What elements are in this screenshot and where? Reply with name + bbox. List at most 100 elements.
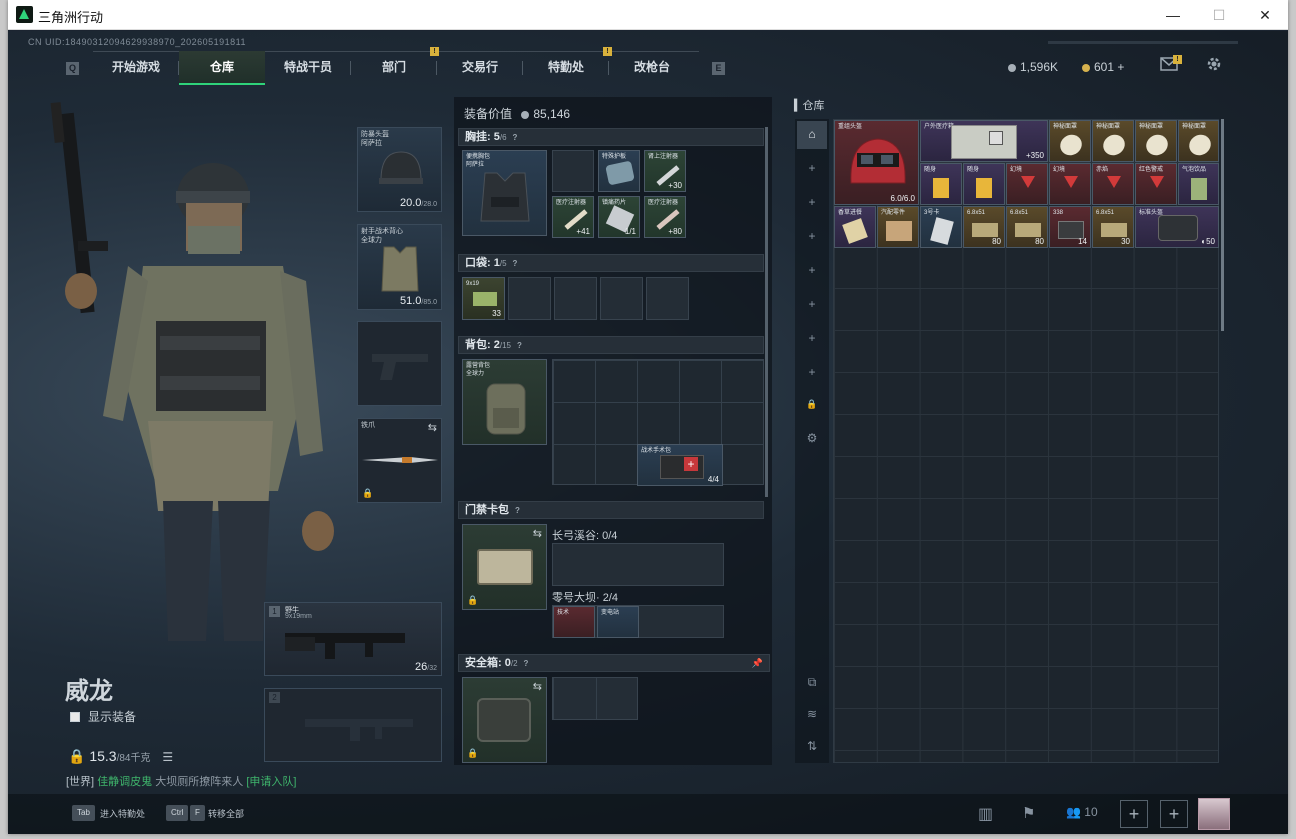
add-page-icon[interactable]: + <box>805 161 819 175</box>
tab-key[interactable]: Tab <box>72 805 95 821</box>
help-icon[interactable]: ? <box>524 656 529 672</box>
squad-icon[interactable]: 👥 10 <box>1066 805 1098 819</box>
rig-item[interactable]: 医疗注射器 +80 <box>644 196 686 238</box>
rig-item[interactable]: 镇痛药片 1/1 <box>598 196 640 238</box>
warehouse-item[interactable]: 338 14 <box>1049 206 1091 248</box>
warehouse-item[interactable]: 红色警戒 <box>1135 163 1177 205</box>
help-icon[interactable]: ? <box>515 503 520 519</box>
swap-icon[interactable]: ⇆ <box>428 421 437 434</box>
help-icon[interactable]: ? <box>513 256 518 272</box>
invite-slot-button[interactable]: + <box>1120 800 1148 828</box>
warehouse-item[interactable]: 3号卡 <box>920 206 962 248</box>
nav-prev-key[interactable]: Q <box>66 62 79 75</box>
tab-operators[interactable]: 特战干员 <box>265 51 351 85</box>
close-button[interactable]: ✕ <box>1242 0 1288 30</box>
nav-next-key[interactable]: E <box>712 62 725 75</box>
add-page-icon[interactable]: + <box>805 195 819 209</box>
pocket-cell[interactable] <box>554 277 597 320</box>
warehouse-item[interactable]: 6.8x51 80 <box>1006 206 1048 248</box>
warehouse-item[interactable]: 香草进餐 <box>834 206 876 248</box>
gold-currency[interactable]: 601 + <box>1082 60 1124 74</box>
pin-icon[interactable]: 📌 <box>752 655 763 671</box>
swap-icon[interactable]: ⇆ <box>533 527 542 540</box>
warehouse-item[interactable]: 户外医疗箱 +350 <box>920 120 1048 162</box>
warehouse-item[interactable]: 神秘面罩 <box>1135 120 1177 162</box>
tab-trading[interactable]: 交易行 <box>437 51 523 85</box>
rig-cell[interactable] <box>552 150 594 192</box>
warehouse-item[interactable]: 随身 <box>963 163 1005 205</box>
minimize-button[interactable]: — <box>1150 0 1196 30</box>
keycard-pack-item[interactable]: ⇆ 🔒 <box>462 524 547 610</box>
tab-gunsmith[interactable]: 改枪台 <box>609 51 695 85</box>
warehouse-item[interactable]: 神秘面罩 <box>1178 120 1219 162</box>
rig-item[interactable]: 医疗注射器 +41 <box>552 196 594 238</box>
gold-add-icon[interactable]: + <box>1117 60 1124 74</box>
backup-icon[interactable]: ⧉ <box>805 675 819 690</box>
safebox-item[interactable]: ⇆ 🔒 <box>462 677 547 763</box>
checkbox-icon[interactable] <box>70 712 80 722</box>
warehouse-item[interactable]: 神秘面罩 <box>1049 120 1091 162</box>
add-page-icon[interactable]: + <box>805 229 819 243</box>
armor-slot[interactable]: 射手战术背心 全球力 51.0/85.0 <box>357 224 442 310</box>
f-key[interactable]: F <box>190 805 205 821</box>
add-page-icon[interactable]: + <box>805 297 819 311</box>
sort-icon[interactable]: ⇅ <box>805 739 819 753</box>
pocket-ammo-item[interactable]: 9x19 33 <box>462 277 505 320</box>
gear-icon[interactable] <box>1205 55 1223 73</box>
maximize-button[interactable]: ☐ <box>1196 0 1242 30</box>
warehouse-item[interactable]: 幻境 <box>1006 163 1048 205</box>
keycard-item[interactable]: 变电站 <box>597 606 639 638</box>
warehouse-item[interactable]: 6.8x51 30 <box>1092 206 1134 248</box>
warehouse-item[interactable]: 汽配零件 <box>877 206 919 248</box>
stats-icon[interactable]: ▥ <box>978 804 993 824</box>
primary-weapon-slot-2[interactable]: 2 <box>264 688 442 762</box>
backpack-item[interactable]: 露营背包 全球力 <box>462 359 547 445</box>
swap-icon[interactable]: ⇆ <box>533 680 542 693</box>
medkit-item[interactable]: 战术手术包 + 4/4 <box>637 444 723 486</box>
warehouse-item[interactable]: 标准头盔 ◐50 <box>1135 206 1219 248</box>
tab-special-ops[interactable]: 特勤处 <box>523 51 609 85</box>
helmet-slot[interactable]: 防暴头盔 阿萨拉 20.0/28.0 <box>357 127 442 212</box>
add-page-icon[interactable]: + <box>805 365 819 379</box>
rig-item[interactable]: 特殊护板 <box>598 150 640 192</box>
add-page-icon[interactable]: + <box>805 263 819 277</box>
lock-icon[interactable]: 🔒 <box>805 399 819 410</box>
safebox-grid[interactable] <box>552 677 638 720</box>
melee-slot[interactable]: 铁爪 ⇆ 🔒 <box>357 418 442 503</box>
primary-weapon-slot-1[interactable]: 1 野牛 9x19mm 26/32 <box>264 602 442 676</box>
help-icon[interactable]: ? <box>513 130 518 146</box>
pocket-cell[interactable] <box>508 277 551 320</box>
keycard-row-1[interactable] <box>552 543 724 586</box>
tab-department[interactable]: 部门 <box>351 51 437 85</box>
warehouse-item[interactable]: 重组头盔 6.0/6.0 <box>834 120 919 205</box>
layers-icon[interactable]: ≋ <box>805 707 819 721</box>
list-icon[interactable]: ☰ <box>162 750 173 764</box>
pistol-slot[interactable] <box>357 321 442 406</box>
flag-icon[interactable]: ⚑ <box>1022 804 1035 822</box>
warehouse-item[interactable]: 幻境 <box>1049 163 1091 205</box>
pocket-cell[interactable] <box>600 277 643 320</box>
warehouse-item[interactable]: 赤焰 <box>1092 163 1134 205</box>
add-page-icon[interactable]: + <box>805 331 819 345</box>
chest-rig-item[interactable]: 便携胸包 阿萨拉 <box>462 150 547 236</box>
warehouse-scrollbar[interactable] <box>1221 119 1224 331</box>
world-chat[interactable]: [世界] 佳静调皮鬼 大坝厕所撩阵来人 [申请入队] <box>66 773 296 789</box>
warehouse-home-icon[interactable]: ⌂ <box>805 127 819 141</box>
ctrl-key[interactable]: Ctrl <box>166 805 189 821</box>
avatar[interactable] <box>1198 798 1230 830</box>
rig-item[interactable]: 肾上注射器 +30 <box>644 150 686 192</box>
settings-icon[interactable]: ⚙ <box>805 431 819 445</box>
keycard-item[interactable]: 技术 <box>553 606 595 638</box>
warehouse-item[interactable]: 随身 <box>920 163 962 205</box>
help-icon[interactable]: ? <box>517 338 522 354</box>
tab-warehouse[interactable]: 仓库 <box>179 51 265 85</box>
tab-start-game[interactable]: 开始游戏 <box>93 51 179 85</box>
join-team-link[interactable]: [申请入队] <box>246 776 296 788</box>
enter-special-ops-label[interactable]: 进入特勤处 <box>100 807 145 820</box>
show-gear-checkbox[interactable]: 显示装备 <box>70 708 136 725</box>
pocket-cell[interactable] <box>646 277 689 320</box>
warehouse-item[interactable]: 6.8x51 80 <box>963 206 1005 248</box>
warehouse-item[interactable]: 气泡饮品 <box>1178 163 1219 205</box>
transfer-all-label[interactable]: 转移全部 <box>208 807 244 820</box>
invite-slot-button[interactable]: + <box>1160 800 1188 828</box>
